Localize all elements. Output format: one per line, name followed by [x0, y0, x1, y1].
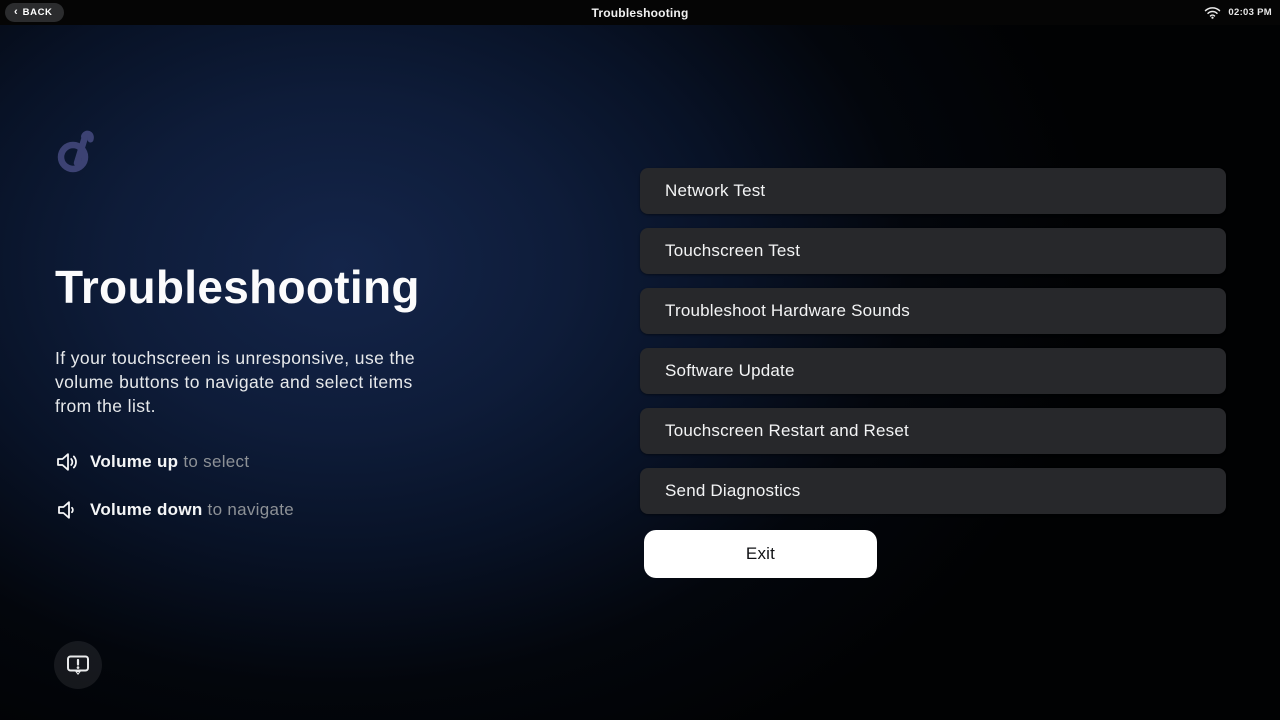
feedback-button[interactable] [54, 641, 102, 689]
clock: 02:03 PM [1228, 7, 1272, 18]
troubleshooting-menu: Network Test Touchscreen Test Troublesho… [640, 168, 1226, 528]
volume-up-hint: Volume up to select [55, 450, 249, 474]
main-background: Troubleshooting If your touchscreen is u… [0, 25, 1280, 720]
peloton-logo [57, 128, 95, 176]
volume-up-label: Volume up [90, 452, 178, 471]
menu-item-send-diagnostics[interactable]: Send Diagnostics [640, 468, 1226, 514]
menu-item-touchscreen-test[interactable]: Touchscreen Test [640, 228, 1226, 274]
volume-down-icon [55, 498, 79, 522]
instructions-text: If your touchscreen is unresponsive, use… [55, 346, 427, 418]
menu-item-software-update[interactable]: Software Update [640, 348, 1226, 394]
menu-item-label: Touchscreen Restart and Reset [665, 421, 909, 441]
volume-up-action: to select [183, 452, 249, 471]
status-indicators: 02:03 PM [1204, 0, 1272, 25]
volume-down-hint: Volume down to navigate [55, 498, 294, 522]
menu-item-label: Troubleshoot Hardware Sounds [665, 301, 910, 321]
feedback-bubble-icon [64, 651, 92, 679]
menu-item-touchscreen-restart-reset[interactable]: Touchscreen Restart and Reset [640, 408, 1226, 454]
menu-item-network-test[interactable]: Network Test [640, 168, 1226, 214]
volume-down-hint-text: Volume down to navigate [90, 500, 294, 520]
wifi-icon [1204, 6, 1221, 19]
menu-item-label: Network Test [665, 181, 765, 201]
screen-title: Troubleshooting [0, 6, 1280, 20]
menu-item-label: Software Update [665, 361, 795, 381]
exit-button[interactable]: Exit [644, 530, 877, 578]
menu-item-label: Send Diagnostics [665, 481, 801, 501]
exit-button-label: Exit [746, 544, 775, 564]
page-title: Troubleshooting [55, 260, 420, 314]
top-status-bar: ‹ BACK Troubleshooting 02:03 PM [0, 0, 1280, 25]
volume-down-label: Volume down [90, 500, 203, 519]
menu-item-label: Touchscreen Test [665, 241, 800, 261]
volume-up-icon [55, 450, 79, 474]
volume-down-action: to navigate [208, 500, 294, 519]
volume-up-hint-text: Volume up to select [90, 452, 249, 472]
menu-item-troubleshoot-hardware-sounds[interactable]: Troubleshoot Hardware Sounds [640, 288, 1226, 334]
